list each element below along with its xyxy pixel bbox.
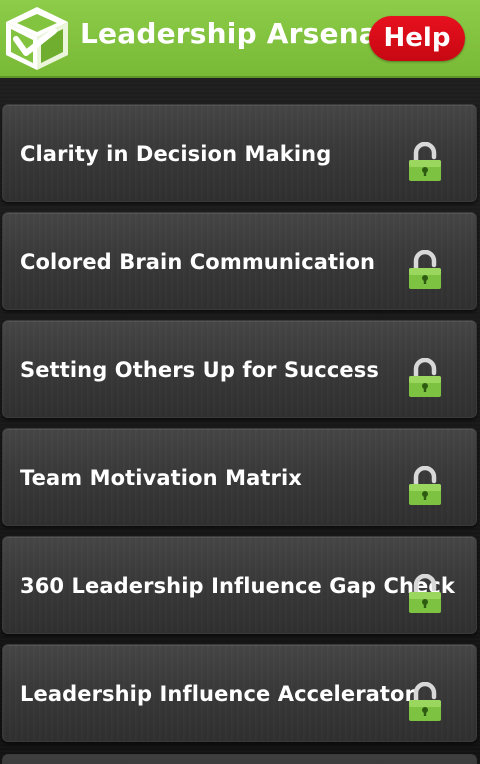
app-header: Leadership Arsenal Help <box>0 0 480 78</box>
list-item-label: 360 Leadership Influence Gap Check <box>20 574 455 598</box>
list-item-label: Setting Others Up for Success <box>20 358 379 382</box>
list-item[interactable]: Team Motivation Matrix <box>2 428 477 526</box>
list-item[interactable]: Setting Others Up for Success <box>2 320 477 418</box>
lock-icon <box>409 466 441 505</box>
list-item-label: Colored Brain Communication <box>20 250 376 274</box>
list-item-label: Leadership Influence Accelerator <box>20 682 416 706</box>
list-item[interactable]: 360 Leadership Influence Gap Check <box>2 536 477 634</box>
list-item[interactable]: Clarity in Decision Making <box>2 104 477 202</box>
lock-icon <box>409 250 441 289</box>
lock-icon <box>409 574 441 613</box>
lock-icon <box>409 358 441 397</box>
list-item-partial[interactable] <box>2 754 477 764</box>
app-screen: Leadership Arsenal Help Clarity in Decis… <box>0 0 480 764</box>
lock-icon <box>409 682 441 721</box>
list-item-label: Clarity in Decision Making <box>20 142 332 166</box>
help-button[interactable]: Help <box>369 16 465 61</box>
app-title: Leadership Arsenal <box>80 17 388 50</box>
list-item-label: Team Motivation Matrix <box>20 466 302 490</box>
list-item[interactable]: Colored Brain Communication <box>2 212 477 310</box>
cube-logo-icon <box>6 7 68 70</box>
list-item[interactable]: Leadership Influence Accelerator <box>2 644 477 742</box>
lock-icon <box>409 142 441 181</box>
